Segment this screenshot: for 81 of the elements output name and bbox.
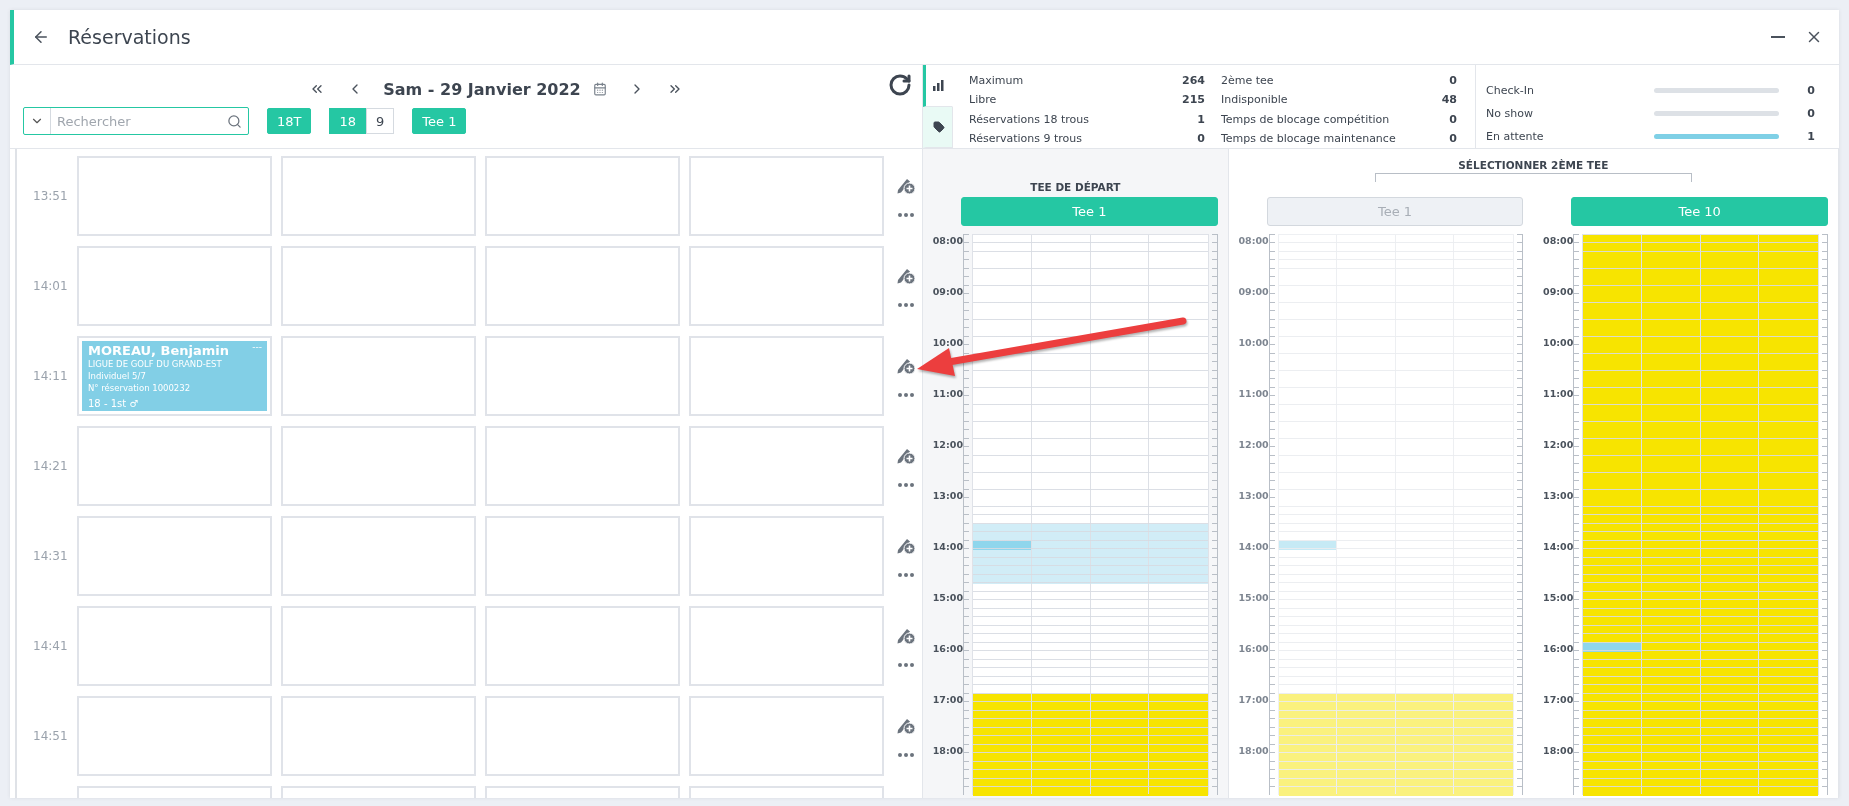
date-label: Sam - 29 Janvier 2022 bbox=[383, 79, 581, 99]
stat-label: Indisponible bbox=[1221, 93, 1288, 107]
stat-value: 48 bbox=[1441, 93, 1457, 107]
hour-label: 12:00 bbox=[1238, 439, 1269, 450]
hour-label: 18:00 bbox=[1543, 745, 1574, 756]
hour-label: 08:00 bbox=[932, 235, 963, 246]
hour-label: 11:00 bbox=[1238, 388, 1269, 399]
hour-label: 12:00 bbox=[932, 439, 963, 450]
hour-label: 16:00 bbox=[1238, 643, 1269, 654]
slot-time: 13:51 bbox=[33, 189, 69, 203]
booking-card[interactable]: MOREAU, Benjamin LIGUE DE GOLF DU GRAND-EST Individuel 5/7 N° réservation 1000232 18 - 1st ♂ --- bbox=[77, 336, 272, 416]
window-title: Réservations bbox=[68, 26, 192, 48]
hour-label: 11:00 bbox=[1543, 388, 1574, 399]
stat-label: Réservations 18 trous bbox=[969, 112, 1089, 126]
hour-label: 15:00 bbox=[932, 592, 963, 603]
stat-value: 215 bbox=[1182, 93, 1205, 107]
meter-label: En attente bbox=[1486, 130, 1544, 143]
stat-value: 264 bbox=[1182, 74, 1205, 88]
slot-time: 14:01 bbox=[33, 279, 69, 293]
slot-time: 14:11 bbox=[33, 369, 69, 383]
stat-label: Temps de blocage compétition bbox=[1221, 112, 1390, 126]
hour-label: 09:00 bbox=[932, 286, 963, 297]
course-filter-button[interactable]: 18T bbox=[267, 108, 312, 134]
hour-label: 08:00 bbox=[1238, 235, 1269, 246]
holes-toggle-button[interactable]: 9 bbox=[366, 108, 395, 134]
tee-button[interactable]: Tee 1 bbox=[961, 197, 1218, 226]
stat-label: Libre bbox=[969, 93, 997, 107]
hour-label: 18:00 bbox=[1238, 745, 1269, 756]
hour-label: 14:00 bbox=[932, 541, 963, 552]
hour-label: 10:00 bbox=[932, 337, 963, 348]
slot-time: 14:41 bbox=[33, 639, 69, 653]
hour-label: 13:00 bbox=[1543, 490, 1574, 501]
tee-heading: TEE DE DÉPART bbox=[1028, 181, 1123, 193]
hour-label: 11:00 bbox=[932, 388, 963, 399]
meter-label: No show bbox=[1486, 107, 1533, 120]
hour-label: 16:00 bbox=[1543, 643, 1574, 654]
hour-label: 15:00 bbox=[1543, 592, 1574, 603]
stat-value: 1 bbox=[1197, 112, 1205, 126]
stat-label: Réservations 9 trous bbox=[969, 131, 1082, 145]
holes-toggle-button[interactable]: 18 bbox=[329, 108, 367, 134]
tee-filter-button[interactable]: Tee 1 bbox=[412, 108, 467, 134]
booking-number: N° réservation 1000232 bbox=[88, 382, 192, 394]
stat-label: Maximum bbox=[969, 74, 1024, 88]
hour-label: 14:00 bbox=[1238, 541, 1269, 552]
stat-label: Temps de blocage maintenance bbox=[1221, 131, 1396, 145]
meter-value: 0 bbox=[1806, 84, 1815, 97]
hour-label: 18:00 bbox=[932, 745, 963, 756]
hour-label: 14:00 bbox=[1543, 541, 1574, 552]
hour-label: 12:00 bbox=[1543, 439, 1574, 450]
slot-time: 14:31 bbox=[33, 549, 69, 563]
hour-label: 13:00 bbox=[932, 490, 963, 501]
meter-value: 1 bbox=[1806, 130, 1815, 143]
hour-label: 13:00 bbox=[1238, 490, 1269, 501]
booking-type: Individuel 5/7 bbox=[88, 370, 147, 382]
player-name: MOREAU, Benjamin bbox=[88, 343, 230, 358]
hour-label: 09:00 bbox=[1238, 286, 1269, 297]
tee-heading: SÉLECTIONNER 2ÈME TEE bbox=[1456, 159, 1611, 171]
meter-label: Check-In bbox=[1486, 84, 1535, 97]
slot-time: 14:21 bbox=[33, 459, 69, 473]
hour-label: 17:00 bbox=[1238, 694, 1269, 705]
club-name: LIGUE DE GOLF DU GRAND-EST bbox=[88, 358, 223, 370]
hour-label: 09:00 bbox=[1543, 286, 1574, 297]
booking-holes: 18 - 1st ♂ bbox=[88, 398, 140, 409]
search-field[interactable]: Rechercher bbox=[23, 107, 249, 135]
hour-label: 15:00 bbox=[1238, 592, 1269, 603]
stat-value: 0 bbox=[1449, 112, 1457, 126]
hour-label: 17:00 bbox=[932, 694, 963, 705]
stat-label: 2ème tee bbox=[1221, 74, 1274, 88]
hour-label: 17:00 bbox=[1543, 694, 1574, 705]
hour-label: 10:00 bbox=[1238, 337, 1269, 348]
hour-label: 10:00 bbox=[1543, 337, 1574, 348]
stat-value: 0 bbox=[1449, 74, 1457, 88]
stat-value: 0 bbox=[1197, 131, 1205, 145]
tee-button[interactable]: Tee 1 bbox=[1266, 197, 1524, 226]
stat-value: 0 bbox=[1449, 131, 1457, 145]
hour-label: 08:00 bbox=[1543, 235, 1574, 246]
tee-button[interactable]: Tee 10 bbox=[1571, 197, 1828, 226]
hour-label: 16:00 bbox=[932, 643, 963, 654]
slot-time: 14:51 bbox=[33, 729, 69, 743]
meter-value: 0 bbox=[1806, 107, 1815, 120]
booking-marker: --- bbox=[252, 342, 262, 352]
